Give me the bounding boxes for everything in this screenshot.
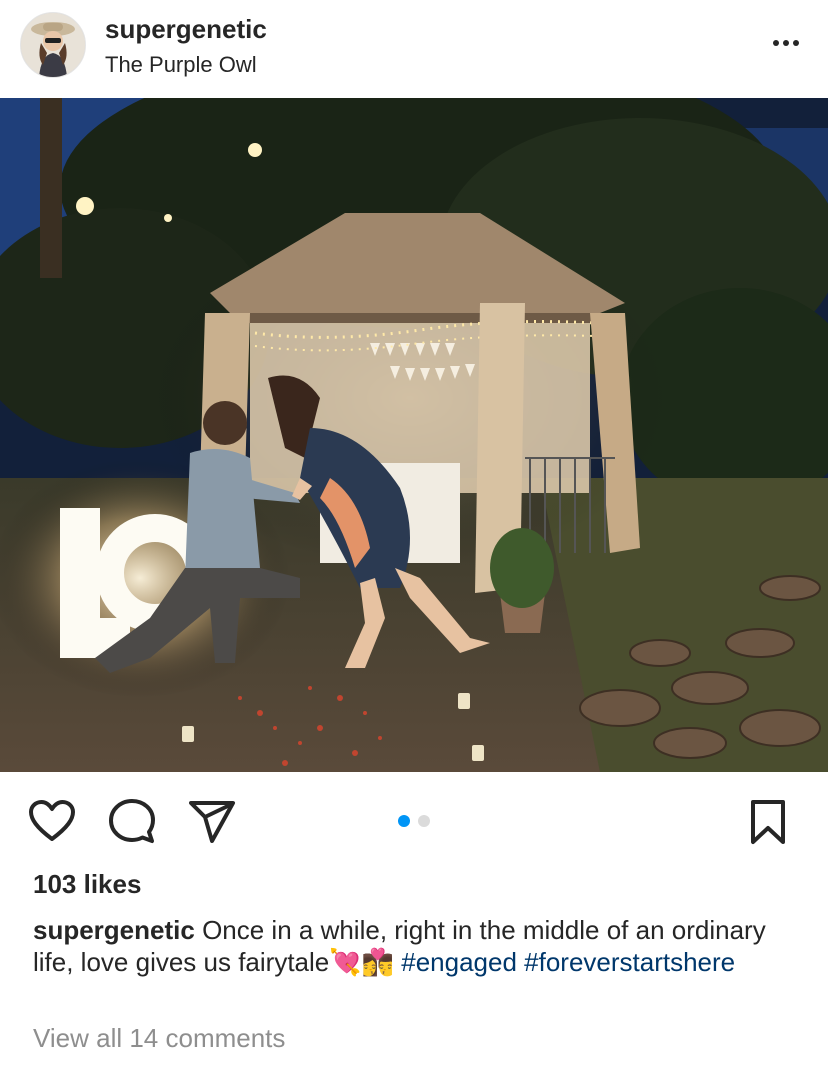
hashtag-engaged[interactable]: #engaged bbox=[401, 947, 517, 977]
avatar[interactable] bbox=[20, 12, 86, 78]
more-options-icon[interactable] bbox=[766, 30, 806, 56]
likes-count[interactable]: 103 likes bbox=[33, 869, 141, 900]
post-actions bbox=[0, 772, 828, 868]
post-caption: supergenetic Once in a while, right in t… bbox=[33, 914, 803, 978]
bookmark-outline-icon[interactable] bbox=[746, 798, 790, 846]
hashtag-foreverstartshere[interactable]: #foreverstartshere bbox=[524, 947, 735, 977]
heart-outline-icon[interactable] bbox=[28, 798, 76, 846]
carousel-indicator bbox=[398, 814, 438, 827]
post-username[interactable]: supergenetic bbox=[105, 14, 267, 45]
avatar-image bbox=[21, 13, 85, 77]
proposal-photo bbox=[0, 98, 828, 772]
caption-emojis: 💘👩‍❤️‍💋‍👨 bbox=[329, 947, 394, 977]
post-location[interactable]: The Purple Owl bbox=[105, 52, 257, 78]
comment-bubble-icon[interactable] bbox=[108, 798, 156, 846]
carousel-dot-active bbox=[398, 815, 410, 827]
carousel-dot-inactive bbox=[418, 815, 430, 827]
post-photo[interactable] bbox=[0, 98, 828, 772]
post-header: supergenetic The Purple Owl bbox=[0, 0, 828, 98]
view-comments-link[interactable]: View all 14 comments bbox=[33, 1023, 285, 1054]
paper-plane-icon[interactable] bbox=[188, 798, 236, 846]
caption-username[interactable]: supergenetic bbox=[33, 915, 195, 945]
